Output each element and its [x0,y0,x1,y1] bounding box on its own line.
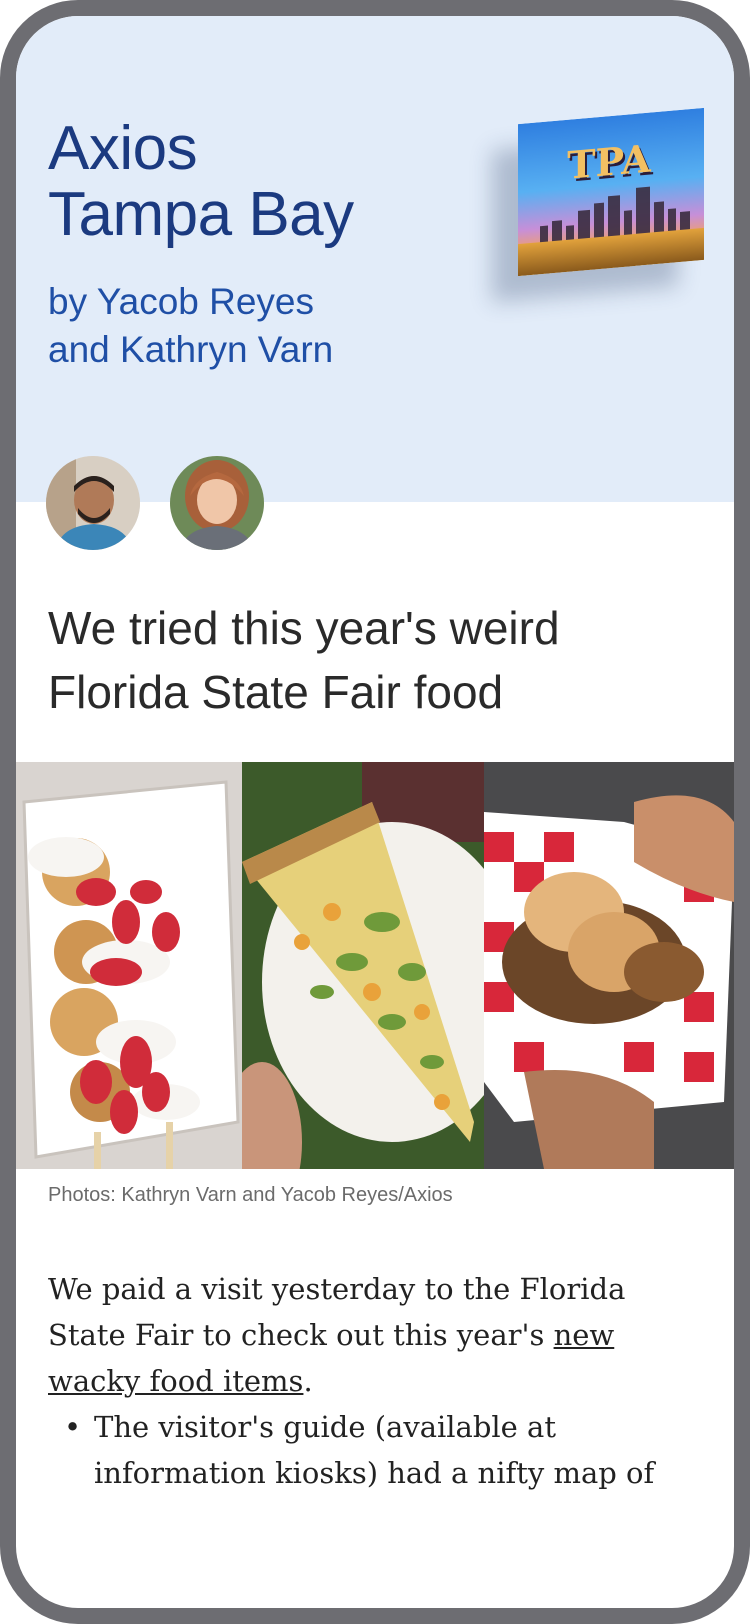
svg-text:TPA: TPA [567,136,651,188]
byline-line-2: and Kathryn Varn [48,329,334,370]
photo-strawberry-donut-skewers [16,762,242,1169]
tampa-postcard-image: TPA TPA [518,107,704,277]
newsletter-title[interactable]: Axios Tampa Bay [48,116,354,248]
postcard-lettering: TPA TPA [567,136,653,191]
intro-text-end: . [303,1364,313,1398]
article-headline[interactable]: We tried this year's weird Florida State… [48,596,698,724]
newsletter-header: Axios Tampa Bay by Yacob Reyes and Kathr… [16,16,734,502]
phone-frame: Axios Tampa Bay by Yacob Reyes and Kathr… [0,0,750,1624]
author-avatar-yacob-reyes[interactable] [46,456,140,550]
title-line-2: Tampa Bay [48,180,354,249]
byline-line-1: by Yacob Reyes [48,281,315,322]
byline: by Yacob Reyes and Kathryn Varn [48,278,333,374]
article-bullet-list: • The visitor's guide (available at infor… [48,1404,708,1496]
list-item: • The visitor's guide (available at infor… [64,1404,708,1496]
photo-pickle-pizza-slice [242,762,484,1169]
author-avatar-kathryn-varn[interactable] [170,456,264,550]
photo-caption: Photos: Kathryn Varn and Yacob Reyes/Axi… [48,1184,453,1206]
bullet-icon: • [64,1410,82,1444]
intro-text: We paid a visit yesterday to the Florida… [48,1272,626,1352]
article-body: We paid a visit yesterday to the Florida… [48,1266,708,1496]
bullet-text: The visitor's guide (available at inform… [94,1410,655,1490]
title-line-1: Axios [48,114,198,183]
photo-fried-burger-in-paper [484,762,734,1169]
intro-paragraph: We paid a visit yesterday to the Florida… [48,1266,708,1404]
food-photo-collage [16,762,734,1169]
